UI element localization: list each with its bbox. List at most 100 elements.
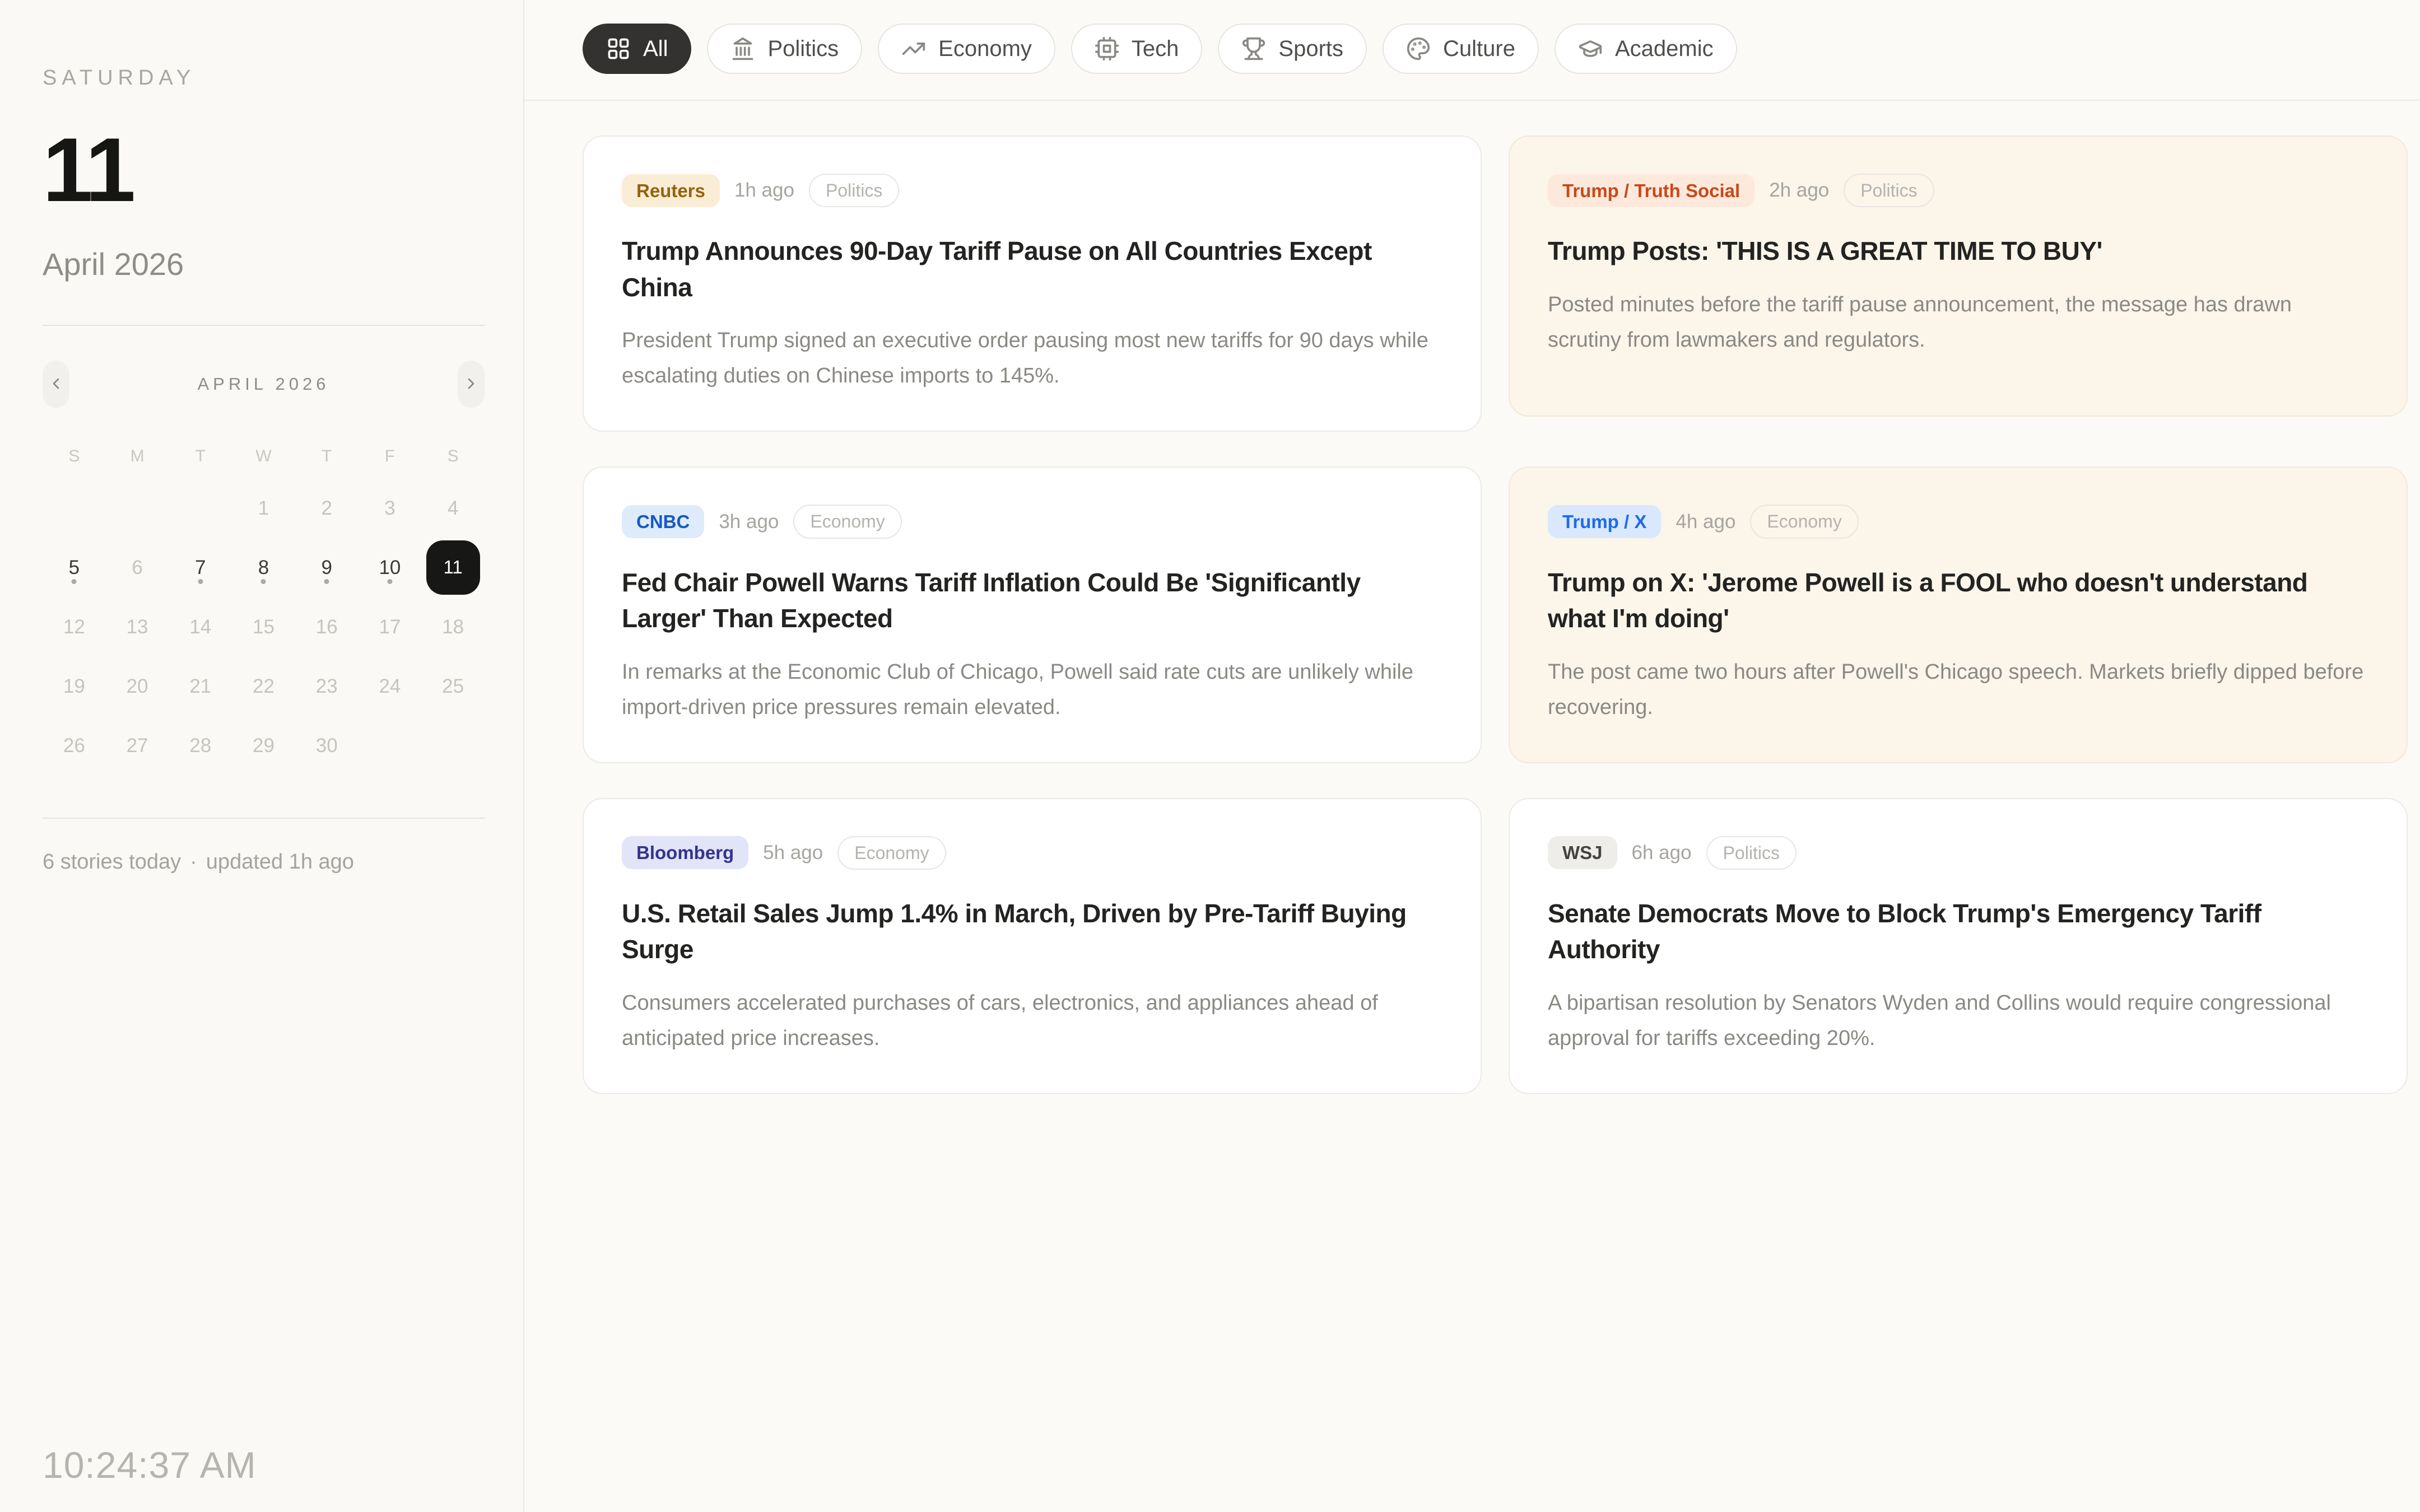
grid-icon bbox=[606, 36, 631, 61]
card-body: In remarks at the Economic Club of Chica… bbox=[622, 655, 1442, 725]
chevron-left-icon bbox=[47, 375, 65, 394]
calendar-day[interactable]: 2 bbox=[295, 478, 359, 538]
calendar-day-header: S bbox=[43, 447, 106, 466]
calendar-day-number: 13 bbox=[127, 617, 148, 637]
category-pill: Economy bbox=[793, 505, 901, 538]
chevron-right-icon bbox=[462, 375, 480, 394]
filter-pill-culture[interactable]: Culture bbox=[1383, 24, 1539, 74]
timestamp: 4h ago bbox=[1676, 511, 1735, 533]
calendar-day[interactable]: 11 bbox=[421, 538, 485, 597]
news-card[interactable]: CNBC3h agoEconomy Fed Chair Powell Warns … bbox=[583, 466, 1482, 763]
calendar-day-number: 19 bbox=[63, 676, 85, 696]
calendar-day-number: 4 bbox=[448, 498, 458, 518]
calendar-day[interactable]: 10 bbox=[359, 538, 422, 597]
selected-day-pill: 11 bbox=[426, 540, 480, 595]
event-dot bbox=[72, 579, 77, 584]
calendar-day[interactable]: 30 bbox=[295, 716, 359, 775]
calendar-day-header: T bbox=[169, 447, 232, 466]
calendar-day[interactable]: 23 bbox=[295, 656, 359, 716]
calendar-day[interactable]: 14 bbox=[169, 597, 232, 656]
filter-pill-label: All bbox=[643, 36, 668, 62]
calendar-day[interactable]: 6 bbox=[106, 538, 169, 597]
calendar-day[interactable]: 1 bbox=[232, 478, 295, 538]
source-badge: Trump / X bbox=[1548, 505, 1661, 538]
calendar-day-number: 12 bbox=[63, 617, 85, 637]
event-dot bbox=[324, 579, 329, 584]
filter-pill-tech[interactable]: Tech bbox=[1071, 24, 1203, 74]
timestamp: 6h ago bbox=[1632, 842, 1692, 864]
news-card[interactable]: Reuters1h agoPoliticsTrump Announces 90-… bbox=[583, 136, 1482, 432]
calendar-day[interactable]: 8 bbox=[232, 538, 295, 597]
date-number: 11 bbox=[43, 125, 485, 216]
card-title: Fed Chair Powell Warns Tariff Inflation … bbox=[622, 564, 1442, 637]
filter-pill-label: Sports bbox=[1278, 36, 1343, 62]
calendar-day[interactable]: 26 bbox=[43, 716, 106, 775]
calendar-day[interactable]: 21 bbox=[169, 656, 232, 716]
calendar-day-header: S bbox=[421, 447, 485, 466]
calendar-day-number: 14 bbox=[189, 617, 211, 637]
calendar-day-number: 25 bbox=[442, 676, 464, 696]
calendar-day-number: 28 bbox=[189, 736, 211, 755]
calendar-day[interactable]: 5 bbox=[43, 538, 106, 597]
calendar-day[interactable]: 16 bbox=[295, 597, 359, 656]
calendar-day[interactable]: 17 bbox=[359, 597, 422, 656]
calendar-day[interactable]: 4 bbox=[421, 478, 485, 538]
trending-up-icon bbox=[901, 36, 926, 61]
news-card-grid: Reuters1h agoPoliticsTrump Announces 90-… bbox=[583, 136, 2408, 1094]
card-body: Posted minutes before the tariff pause a… bbox=[1548, 287, 2368, 358]
news-card[interactable]: Bloomberg5h agoEconomyU.S. Retail Sales … bbox=[583, 798, 1482, 1094]
filter-pill-economy[interactable]: Economy bbox=[878, 24, 1055, 74]
calendar-day[interactable]: 20 bbox=[106, 656, 169, 716]
weekday-label: SATURDAY bbox=[43, 66, 485, 90]
filter-pill-academic[interactable]: Academic bbox=[1555, 24, 1737, 74]
calendar-day[interactable]: 9 bbox=[295, 538, 359, 597]
calendar-day-header: F bbox=[359, 447, 422, 466]
landmark-icon bbox=[730, 36, 755, 61]
calendar-prev-button[interactable] bbox=[43, 361, 69, 408]
calendar-day-number: 8 bbox=[258, 558, 269, 577]
calendar-day-header: M bbox=[106, 447, 169, 466]
event-dot bbox=[387, 579, 392, 584]
calendar-day[interactable]: 24 bbox=[359, 656, 422, 716]
calendar-day[interactable]: 13 bbox=[106, 597, 169, 656]
news-card[interactable]: Trump / Truth Social2h agoPoliticsTrump … bbox=[1509, 136, 2408, 417]
filter-pill-politics[interactable]: Politics bbox=[707, 24, 862, 74]
news-card[interactable]: WSJ6h agoPoliticsSenate Democrats Move t… bbox=[1509, 798, 2408, 1094]
timestamp: 2h ago bbox=[1769, 179, 1829, 202]
source-badge: Bloomberg bbox=[622, 836, 748, 869]
calendar-next-button[interactable] bbox=[458, 361, 485, 408]
calendar-day[interactable]: 7 bbox=[169, 538, 232, 597]
calendar-day-number: 7 bbox=[195, 558, 206, 577]
timestamp: 5h ago bbox=[763, 842, 823, 864]
calendar-day[interactable]: 25 bbox=[421, 656, 485, 716]
category-pill: Politics bbox=[809, 174, 899, 207]
event-dot bbox=[261, 579, 266, 584]
calendar-day-number: 29 bbox=[253, 736, 274, 755]
calendar-day[interactable]: 19 bbox=[43, 656, 106, 716]
month-year-label: April 2026 bbox=[43, 246, 485, 282]
calendar-day-number: 18 bbox=[442, 617, 464, 637]
calendar-day[interactable]: 29 bbox=[232, 716, 295, 775]
news-card[interactable]: Trump / X4h agoEconomyTrump on X: 'Jerom… bbox=[1509, 466, 2408, 763]
calendar-day-number: 16 bbox=[316, 617, 338, 637]
filter-pill-all[interactable]: All bbox=[583, 24, 691, 74]
calendar-day[interactable]: 27 bbox=[106, 716, 169, 775]
calendar-day[interactable]: 15 bbox=[232, 597, 295, 656]
card-meta-row: CNBC3h agoEconomy bbox=[622, 505, 1442, 538]
sidebar-divider-bottom bbox=[43, 818, 485, 819]
card-meta-row: WSJ6h agoPolitics bbox=[1548, 836, 2368, 870]
calendar-day-number: 2 bbox=[321, 498, 332, 518]
calendar-day[interactable]: 3 bbox=[359, 478, 422, 538]
calendar-day-headers: SMTWTFS bbox=[43, 447, 485, 466]
calendar-day-number: 3 bbox=[384, 498, 395, 518]
stories-summary: 6 stories today · updated 1h ago bbox=[43, 850, 485, 874]
calendar-day[interactable]: 28 bbox=[169, 716, 232, 775]
calendar-day[interactable]: 18 bbox=[421, 597, 485, 656]
filter-divider bbox=[524, 100, 2420, 101]
sidebar: SATURDAY 11 April 2026 APRIL 2026 SMTWTF… bbox=[0, 0, 524, 1512]
card-body: President Trump signed an executive orde… bbox=[622, 323, 1442, 394]
filter-pill-sports[interactable]: Sports bbox=[1218, 24, 1367, 74]
calendar-day-number: 6 bbox=[132, 558, 142, 577]
calendar-day[interactable]: 22 bbox=[232, 656, 295, 716]
calendar-day[interactable]: 12 bbox=[43, 597, 106, 656]
